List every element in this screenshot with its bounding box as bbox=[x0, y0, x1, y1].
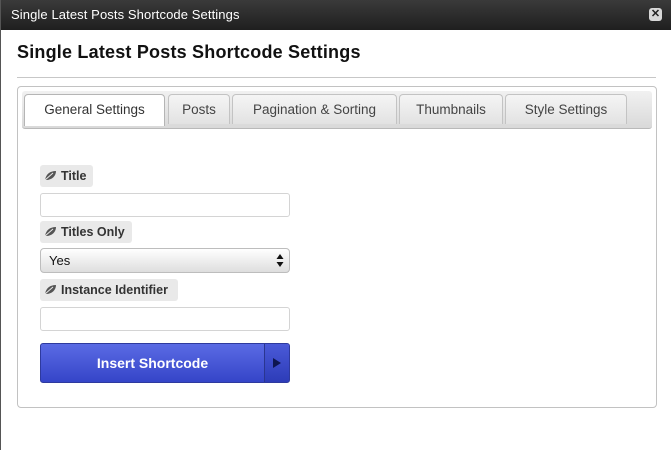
window-title: Single Latest Posts Shortcode Settings bbox=[11, 7, 240, 22]
window-titlebar: Single Latest Posts Shortcode Settings ✕ bbox=[1, 0, 671, 30]
instance-identifier-label: Instance Identifier bbox=[40, 279, 178, 301]
close-icon[interactable]: ✕ bbox=[649, 8, 662, 21]
page-title: Single Latest Posts Shortcode Settings bbox=[17, 42, 361, 62]
title-input[interactable] bbox=[40, 193, 290, 217]
titles-only-label: Titles Only bbox=[40, 221, 132, 243]
instance-identifier-input[interactable] bbox=[40, 307, 290, 331]
select-arrows-icon bbox=[276, 254, 284, 267]
settings-panel: General Settings Posts Pagination & Sort… bbox=[17, 86, 657, 408]
leaf-icon bbox=[44, 171, 56, 181]
tab-bar: General Settings Posts Pagination & Sort… bbox=[22, 91, 652, 129]
insert-shortcode-button[interactable]: Insert Shortcode bbox=[40, 343, 290, 383]
shortcode-settings-dialog: Single Latest Posts Shortcode Settings ✕… bbox=[0, 0, 671, 450]
tab-style-settings[interactable]: Style Settings bbox=[505, 94, 627, 124]
play-arrow-icon bbox=[273, 358, 281, 368]
leaf-icon bbox=[44, 285, 56, 295]
leaf-icon bbox=[44, 227, 56, 237]
tab-thumbnails[interactable]: Thumbnails bbox=[399, 94, 503, 124]
insert-shortcode-label: Insert Shortcode bbox=[96, 355, 209, 371]
tab-general-settings[interactable]: General Settings bbox=[24, 94, 165, 126]
tab-pagination-sorting[interactable]: Pagination & Sorting bbox=[232, 94, 397, 124]
title-divider bbox=[17, 77, 656, 78]
title-label: Title bbox=[40, 165, 93, 187]
tab-posts[interactable]: Posts bbox=[168, 94, 230, 124]
titles-only-selected-value: Yes bbox=[49, 253, 71, 268]
insert-shortcode-arrow[interactable] bbox=[265, 344, 289, 382]
titles-only-select[interactable]: Yes bbox=[40, 248, 290, 273]
